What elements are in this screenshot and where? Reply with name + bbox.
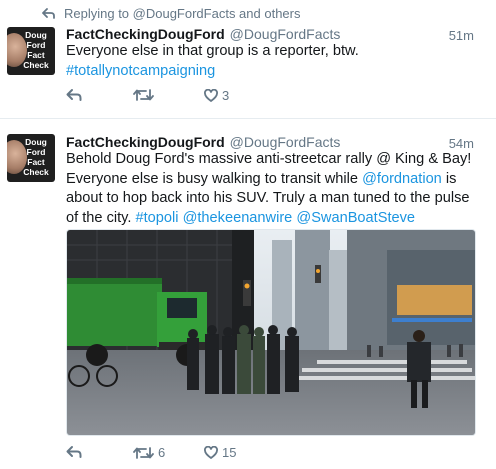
tweet-header: FactCheckingDougFord @DougFordFacts [66, 26, 340, 42]
user-handle[interactable]: @DougFordFacts [230, 26, 341, 42]
mention-link[interactable]: @fordnation [362, 171, 442, 187]
like-button[interactable]: 15 [204, 445, 236, 460]
tweet-photo[interactable] [66, 229, 476, 436]
tweet-divider [0, 118, 496, 119]
reply-icon [66, 445, 82, 459]
reply-context-text: Replying to @DougFordFacts and others [64, 5, 301, 21]
retweet-icon [133, 446, 154, 460]
street-scene-image [67, 230, 475, 435]
reply-context[interactable]: Replying to @DougFordFacts and others [42, 4, 300, 22]
hashtag-link[interactable]: #topoli [135, 210, 178, 226]
timestamp[interactable]: 51m [449, 28, 474, 43]
reply-arrow-icon [42, 7, 56, 19]
like-count: 3 [222, 88, 230, 103]
heart-icon [204, 446, 218, 459]
reply-icon [66, 88, 82, 102]
avatar[interactable]: Doug Ford Fact Check [7, 27, 55, 75]
like-button[interactable]: 3 [204, 88, 229, 103]
like-count: 15 [222, 445, 237, 460]
tweet-text: Behold Doug Ford's massive anti-streetca… [66, 151, 472, 226]
display-name[interactable]: FactCheckingDougFord [66, 134, 225, 150]
user-handle[interactable]: @DougFordFacts [230, 134, 341, 150]
display-name[interactable]: FactCheckingDougFord [66, 26, 225, 42]
hashtag-link[interactable]: #totallynotcampaigning [66, 63, 215, 79]
retweet-count: 6 [158, 445, 166, 460]
tweet-actions: 3 [66, 88, 366, 106]
mention-link[interactable]: @thekeenanwire [183, 210, 293, 226]
tweet-actions: 6 15 [66, 445, 366, 463]
retweet-button[interactable] [133, 88, 158, 102]
tweet-header: FactCheckingDougFord @DougFordFacts [66, 134, 340, 150]
avatar-text: Doug Ford Fact Check [23, 30, 49, 70]
retweet-icon [133, 88, 154, 102]
avatar-text: Doug Ford Fact Check [23, 137, 49, 177]
heart-icon [204, 89, 218, 102]
timestamp[interactable]: 54m [449, 136, 474, 151]
reply-button[interactable] [66, 445, 86, 459]
avatar[interactable]: Doug Ford Fact Check [7, 134, 55, 182]
reply-button[interactable] [66, 88, 86, 102]
tweet-text: Everyone else in that group is a reporte… [66, 43, 359, 79]
mention-link[interactable]: @SwanBoatSteve [296, 210, 415, 226]
retweet-button[interactable]: 6 [133, 445, 165, 460]
